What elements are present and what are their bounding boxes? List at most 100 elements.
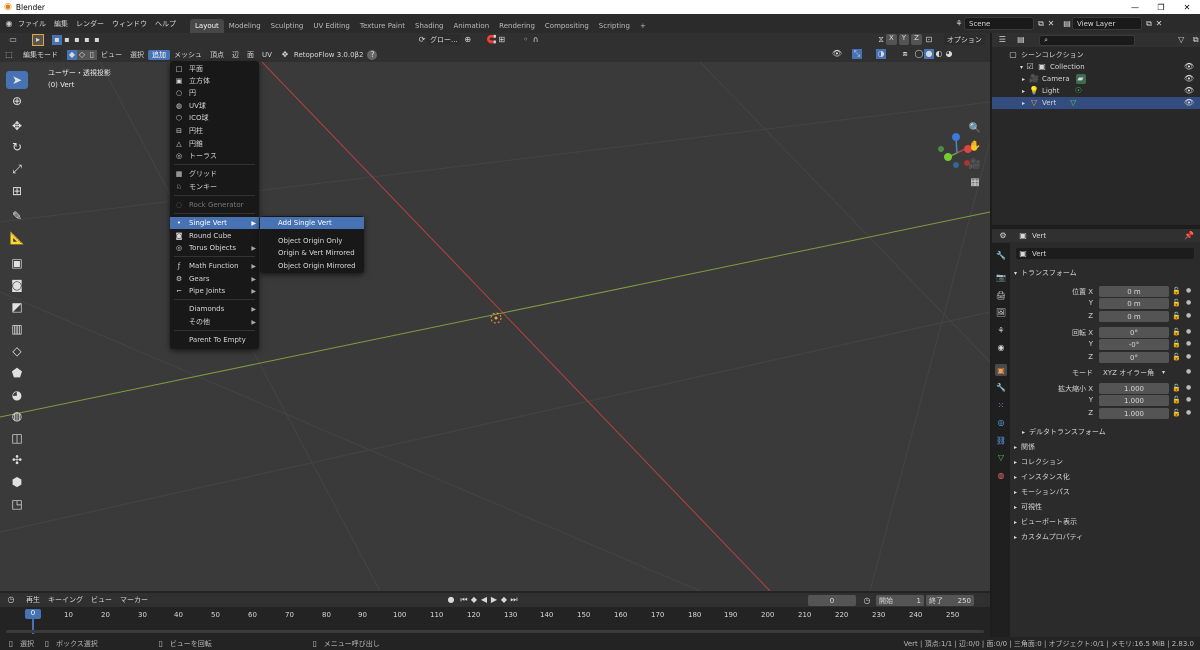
transform-icon[interactable]: ⊞ bbox=[6, 182, 28, 200]
tab-scripting[interactable]: Scripting bbox=[594, 19, 635, 33]
mesh-options-icon[interactable]: ⊡ bbox=[924, 35, 934, 45]
menu-item-gears[interactable]: ⚙ Gears ▶ bbox=[170, 273, 259, 285]
new-collection-icon[interactable]: ⧉ bbox=[1191, 35, 1200, 45]
location-z-field[interactable]: 0 m bbox=[1099, 311, 1169, 322]
jump-end-icon[interactable]: ⏭ bbox=[509, 595, 519, 605]
render-tab-icon[interactable]: 📷 bbox=[995, 271, 1007, 283]
rotation-mode-dropdown[interactable]: XYZ オイラー角 ▾ bbox=[1099, 367, 1169, 378]
select-mode-icon[interactable]: ▪ bbox=[52, 35, 62, 45]
snap-target-icon[interactable]: ⊞ bbox=[497, 35, 507, 45]
tool-tab-icon[interactable]: 🔧 bbox=[995, 249, 1007, 261]
camera-view-icon[interactable]: 🎥 bbox=[969, 160, 981, 170]
lock-icon[interactable]: 🔓 bbox=[1172, 353, 1181, 361]
object-name-field[interactable]: ▣ Vert bbox=[1016, 248, 1194, 259]
menu-item-torus-objects[interactable]: ◎ Torus Objects ▶ bbox=[170, 242, 259, 254]
menu-item-uv-sphere[interactable]: ◍ UV球 bbox=[170, 100, 259, 112]
clock-icon[interactable]: ◷ bbox=[862, 596, 872, 606]
loop-cut-icon[interactable]: ▥ bbox=[6, 320, 28, 338]
menu-file[interactable]: ファイル bbox=[14, 19, 50, 29]
lock-icon[interactable]: 🔓 bbox=[1172, 409, 1181, 417]
edge-select-icon[interactable]: ◇ bbox=[77, 49, 87, 60]
keyframe-dot-icon[interactable]: ● bbox=[1186, 384, 1191, 391]
rotate-icon[interactable]: ↻ bbox=[6, 138, 28, 156]
menu-item-cylinder[interactable]: ⊟ 円柱 bbox=[170, 125, 259, 137]
select-subtract-icon[interactable]: ▪ bbox=[72, 35, 82, 45]
outliner-editor-icon[interactable]: ☰ bbox=[998, 35, 1007, 45]
help-icon[interactable]: ? bbox=[367, 49, 378, 60]
blender-menu-icon[interactable]: ◉ bbox=[4, 19, 14, 29]
tab-sculpting[interactable]: Sculpting bbox=[266, 19, 309, 33]
timeline-menu-view[interactable]: ビュー bbox=[87, 595, 116, 605]
expand-arrow-icon[interactable]: ▸ bbox=[1022, 76, 1025, 83]
frame-start-field[interactable]: 開始 1 bbox=[876, 595, 924, 606]
physics-tab-icon[interactable]: ◎ bbox=[995, 416, 1007, 428]
vertex-select-icon[interactable]: ◆ bbox=[67, 49, 77, 60]
pan-hand-icon[interactable]: ✋ bbox=[969, 142, 981, 152]
submenu-object-origin-mirrored[interactable]: Object Origin Mirrored bbox=[260, 260, 364, 272]
menu-edge[interactable]: 辺 bbox=[228, 50, 243, 60]
menu-item-cone[interactable]: △ 円錐 bbox=[170, 138, 259, 150]
playhead[interactable]: 0 bbox=[25, 609, 41, 619]
snap-icon[interactable]: 🧲 bbox=[487, 35, 497, 45]
minimize-button[interactable]: — bbox=[1122, 3, 1148, 12]
visibility-icon[interactable]: 👁 bbox=[832, 49, 842, 59]
timeline-editor-icon[interactable]: ◷ bbox=[6, 595, 16, 605]
panel-custom-properties[interactable]: ▸ カスタムプロパティ bbox=[1014, 530, 1194, 544]
material-tab-icon[interactable]: ◍ bbox=[995, 469, 1007, 481]
keyframe-dot-icon[interactable]: ● bbox=[1186, 368, 1191, 375]
cursor-icon[interactable]: ⊕ bbox=[6, 92, 28, 110]
lock-icon[interactable]: 🔓 bbox=[1172, 328, 1181, 336]
tab-modeling[interactable]: Modeling bbox=[224, 19, 266, 33]
eye-icon[interactable]: 👁 bbox=[1184, 98, 1194, 108]
lock-icon[interactable]: 🔓 bbox=[1172, 287, 1181, 295]
submenu-add-single-vert[interactable]: Add Single Vert bbox=[260, 217, 364, 229]
delete-view-layer-icon[interactable]: ✕ bbox=[1154, 19, 1164, 29]
xray-icon[interactable]: ⧈ bbox=[900, 49, 910, 59]
delete-scene-icon[interactable]: ✕ bbox=[1046, 19, 1056, 29]
editor-type-icon[interactable]: ⬚ bbox=[4, 50, 14, 60]
retopoflow-menu[interactable]: RetopoFlow 3.0.0β2 bbox=[290, 51, 368, 59]
rotation-z-field[interactable]: 0° bbox=[1099, 352, 1169, 363]
menu-item-single-vert[interactable]: • Single Vert ▶ bbox=[170, 217, 259, 229]
menu-edit[interactable]: 編集 bbox=[50, 19, 72, 29]
poly-build-icon[interactable]: ⬟ bbox=[6, 364, 28, 382]
lock-icon[interactable]: 🔓 bbox=[1172, 396, 1181, 404]
select-intersect-icon[interactable]: ▪ bbox=[92, 35, 102, 45]
pin-icon[interactable]: 📌 bbox=[1184, 231, 1194, 241]
annotate-icon[interactable]: ✎ bbox=[6, 207, 28, 225]
panel-collections[interactable]: ▸ コレクション bbox=[1014, 455, 1194, 469]
measure-icon[interactable]: 📐 bbox=[6, 229, 28, 247]
edge-slide-icon[interactable]: ◫ bbox=[6, 429, 28, 447]
expand-arrow-icon[interactable]: ▾ bbox=[1020, 64, 1023, 71]
object-tab-icon[interactable]: ▣ bbox=[995, 364, 1007, 376]
spin-icon[interactable]: ◕ bbox=[6, 386, 28, 404]
eye-icon[interactable]: 👁 bbox=[1184, 74, 1194, 84]
outliner-row-scene-collection[interactable]: ▢ シーンコレクション bbox=[992, 49, 1200, 61]
outliner-row-collection[interactable]: ▾ ☑ ▣ Collection 👁 bbox=[992, 61, 1200, 73]
inset-icon[interactable]: ◙ bbox=[6, 276, 28, 294]
bevel-icon[interactable]: ◩ bbox=[6, 298, 28, 316]
menu-item-math-function[interactable]: ƒ Math Function ▶ bbox=[170, 260, 259, 272]
proportional-icon[interactable]: ◦ bbox=[521, 35, 531, 45]
location-x-field[interactable]: 0 m bbox=[1099, 286, 1169, 297]
lock-icon[interactable]: 🔓 bbox=[1172, 384, 1181, 392]
select-tool-icon[interactable]: ➤ bbox=[6, 71, 28, 89]
new-scene-icon[interactable]: ⧉ bbox=[1036, 19, 1046, 29]
face-select-icon[interactable]: ▯ bbox=[87, 49, 97, 60]
menu-item-parent-to-empty[interactable]: Parent To Empty bbox=[170, 334, 259, 346]
panel-visibility[interactable]: ▸ 可視性 bbox=[1014, 500, 1194, 514]
pivot-icon[interactable]: ⊕ bbox=[463, 35, 473, 45]
zoom-icon[interactable]: 🔍 bbox=[969, 124, 981, 134]
tab-shading[interactable]: Shading bbox=[410, 19, 448, 33]
outliner-row-light[interactable]: ▸ 💡 Light ☉ 👁 bbox=[992, 85, 1200, 97]
menu-item-monkey[interactable]: ♘ モンキー bbox=[170, 181, 259, 193]
lock-icon[interactable]: 🔓 bbox=[1172, 340, 1181, 348]
tab-uv-editing[interactable]: UV Editing bbox=[308, 19, 355, 33]
submenu-object-origin-only[interactable]: Object Origin Only bbox=[260, 235, 364, 247]
menu-item-other[interactable]: その他 ▶ bbox=[170, 316, 259, 328]
menu-item-cube[interactable]: ▣ 立方体 bbox=[170, 75, 259, 87]
maximize-button[interactable]: ❐ bbox=[1148, 3, 1174, 12]
falloff-icon[interactable]: ∩ bbox=[531, 35, 541, 45]
display-mode-icon[interactable]: ▤ bbox=[1017, 35, 1026, 45]
active-tool-icon[interactable]: ▸ bbox=[32, 34, 44, 46]
